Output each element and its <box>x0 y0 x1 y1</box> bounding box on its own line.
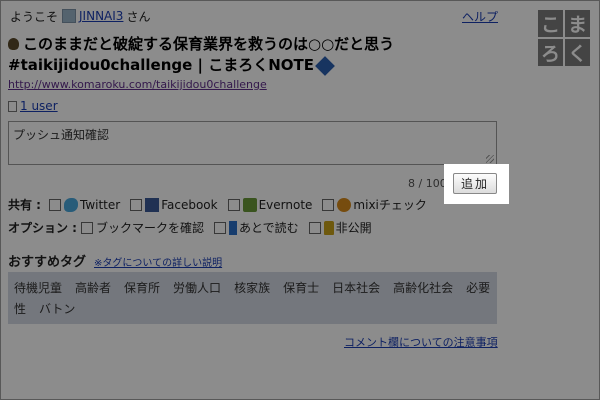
recommended-tags-title: おすすめタグ <box>8 255 87 270</box>
tag-item[interactable]: 保育士 <box>283 281 319 295</box>
tag-item[interactable]: 待機児童 <box>14 281 62 295</box>
welcome-suffix: さん <box>126 9 151 24</box>
help-link[interactable]: ヘルプ <box>462 8 498 25</box>
char-counter: 8 / 100 <box>408 177 447 190</box>
share-label: 共有 : <box>8 198 41 212</box>
tag-help-link[interactable]: ※タグについての詳しい説明 <box>94 254 222 269</box>
mixi-checkbox[interactable] <box>322 198 335 211</box>
logo-char: ま <box>565 10 590 37</box>
facebook-label: Facebook <box>161 197 218 212</box>
tag-item[interactable]: 保育所 <box>124 281 160 295</box>
tag-item[interactable]: 高齢者 <box>75 281 111 295</box>
twitter-icon <box>63 197 78 212</box>
avatar <box>62 9 77 23</box>
users-count: 1 user <box>8 99 58 113</box>
logo-char: こ <box>538 10 563 37</box>
comment-notice-link[interactable]: コメント欄についての注意事項 <box>344 334 498 350</box>
facebook-checkbox[interactable] <box>130 198 143 211</box>
document-icon <box>8 100 17 112</box>
users-link[interactable]: 1 user <box>20 99 58 113</box>
bookmark-icon <box>229 220 237 235</box>
read-later-label: あとで読む <box>239 221 299 235</box>
options-label: オプション : <box>8 221 77 235</box>
evernote-icon <box>242 197 257 212</box>
komaroku-logo: こ ま ろ く <box>538 10 590 66</box>
twitter-label: Twitter <box>79 197 121 212</box>
welcome-prefix: ようこそ <box>10 9 59 24</box>
twitter-checkbox[interactable] <box>48 198 61 211</box>
evernote-checkbox[interactable] <box>227 198 240 211</box>
mixi-label: mixiチェック <box>353 198 427 212</box>
add-button-highlight: 追加 <box>444 164 509 204</box>
lock-icon <box>323 220 334 235</box>
confirm-bookmark-label: ブックマークを確認 <box>95 221 204 235</box>
options-row: オプション : ブックマークを確認 あとで読む 非公開 <box>8 219 372 236</box>
evernote-label: Evernote <box>258 197 313 212</box>
entry-title: このままだと破綻する保育業界を救うのは○○だと思う #taikijidou0ch… <box>8 34 428 76</box>
comment-textarea[interactable]: プッシュ通知確認 <box>8 121 497 165</box>
mixi-icon <box>337 197 352 212</box>
logo-char: ろ <box>538 39 563 66</box>
private-checkbox[interactable] <box>308 221 321 234</box>
confirm-bookmark-checkbox[interactable] <box>80 221 93 234</box>
tag-item[interactable]: バトン <box>39 302 75 316</box>
tag-item[interactable]: 日本社会 <box>332 281 380 295</box>
tag-item[interactable]: 労働人口 <box>173 281 221 295</box>
edit-pen-icon[interactable] <box>315 55 335 76</box>
tag-item[interactable]: 核家族 <box>234 281 270 295</box>
recommended-tags-heading: おすすめタグ ※タグについての詳しい説明 <box>8 251 222 270</box>
welcome-bar: ようこそ JINNAI3 さん <box>10 8 150 24</box>
entry-title-text: このままだと破綻する保育業界を救うのは○○だと思う #taikijidou0ch… <box>8 35 395 74</box>
recommended-tags-box: 待機児童 高齢者 保育所 労働人口 核家族 保育士 日本社会 高齢化社会 必要性 バトン <box>8 272 497 324</box>
facebook-icon <box>145 197 160 212</box>
favicon-icon <box>8 38 19 50</box>
tag-item[interactable]: 高齢化社会 <box>393 281 453 295</box>
share-row: 共有 : Twitter Facebook Evernote mixiチェック <box>8 196 427 213</box>
resize-grip-icon[interactable] <box>486 155 494 163</box>
read-later-checkbox[interactable] <box>214 221 226 234</box>
add-button[interactable]: 追加 <box>453 173 497 194</box>
username-link[interactable]: JINNAI3 <box>79 9 123 23</box>
logo-char: く <box>565 39 590 66</box>
private-label: 非公開 <box>335 221 372 235</box>
entry-url[interactable]: http://www.komaroku.com/taikijidou0chall… <box>8 78 267 91</box>
